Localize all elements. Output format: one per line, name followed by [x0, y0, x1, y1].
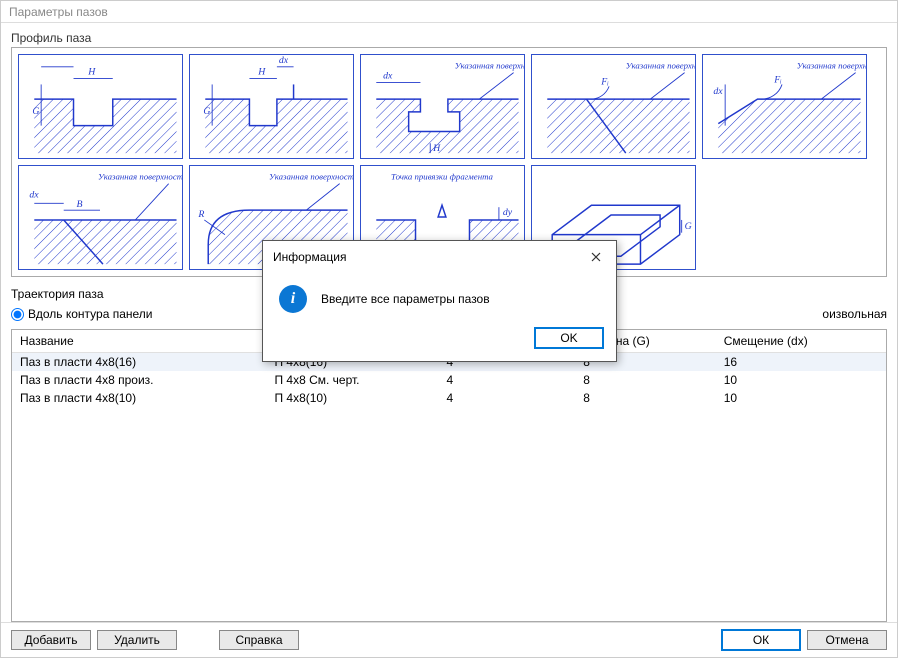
svg-text:Точка привязки фрагмента: Точка привязки фрагмента — [391, 172, 494, 182]
col-offset[interactable]: Смещение (dx) — [716, 330, 886, 353]
help-button[interactable]: Справка — [219, 630, 299, 650]
cell-width: 4 — [438, 371, 575, 389]
cell-offset: 10 — [716, 389, 886, 407]
ok-button[interactable]: ОК — [721, 629, 801, 651]
dialog-footer: OK — [263, 321, 616, 361]
delete-button[interactable]: Удалить — [97, 630, 177, 650]
cell-name: Паз в пласти 4х8(16) — [12, 353, 266, 372]
svg-text:Указанная поверхность: Указанная поверхность — [797, 61, 866, 71]
radio-along-contour[interactable]: Вдоль контура панели — [11, 307, 153, 321]
cell-name: Паз в пласти 4х8 произ. — [12, 371, 266, 389]
svg-text:R: R — [197, 209, 204, 220]
radio-along-contour-input[interactable] — [11, 308, 24, 321]
cell-depth: 8 — [575, 389, 715, 407]
svg-text:dx: dx — [383, 71, 393, 82]
profile-option-6[interactable]: Указанная поверхность dx B — [18, 165, 183, 270]
dialog-title: Информация — [273, 250, 346, 264]
info-dialog: Информация i Введите все параметры пазов… — [262, 240, 617, 362]
cancel-button[interactable]: Отмена — [807, 630, 887, 650]
dialog-message: Введите все параметры пазов — [321, 292, 490, 306]
svg-text:H: H — [87, 67, 96, 78]
profile-option-4[interactable]: Указанная поверхность Fᵢ — [531, 54, 696, 159]
dialog-close-button[interactable] — [586, 247, 606, 267]
cell-depth: 8 — [575, 371, 715, 389]
cell-width: 4 — [438, 389, 575, 407]
svg-text:dy: dy — [503, 207, 513, 218]
window-title: Параметры пазов — [1, 1, 897, 23]
close-icon — [591, 252, 601, 262]
svg-text:G: G — [203, 106, 210, 117]
cell-offset: 10 — [716, 371, 886, 389]
radio-along-contour-label: Вдоль контура панели — [28, 307, 153, 321]
svg-text:Указанная поверхность: Указанная поверхность — [455, 61, 524, 71]
svg-text:dx: dx — [29, 189, 39, 200]
col-name[interactable]: Название — [12, 330, 266, 353]
profile-group-label: Профиль паза — [11, 29, 887, 47]
svg-text:Указанная поверхность: Указанная поверхность — [98, 172, 182, 182]
svg-text:B: B — [76, 199, 82, 210]
svg-text:dx: dx — [713, 86, 723, 97]
svg-text:Fᵢ: Fᵢ — [600, 76, 609, 87]
table-row[interactable]: Паз в пласти 4х8 произ.П 4х8 См. черт.48… — [12, 371, 886, 389]
svg-text:dx: dx — [279, 55, 289, 66]
dialog-body: i Введите все параметры пазов — [263, 273, 616, 321]
dialog-ok-button[interactable]: OK — [534, 327, 604, 349]
profile-option-5[interactable]: Указанная поверхность dx Fᵢ — [702, 54, 867, 159]
svg-text:H: H — [257, 67, 266, 78]
svg-text:G: G — [685, 221, 692, 232]
footer: Добавить Удалить Справка ОК Отмена — [1, 622, 897, 657]
table-row[interactable]: Паз в пласти 4х8(10)П 4x8(10)4810 — [12, 389, 886, 407]
groove-table-box: Название Обозначение Ширина (H) Глубина … — [11, 329, 887, 622]
cell-name: Паз в пласти 4х8(10) — [12, 389, 266, 407]
profile-option-1[interactable]: G H — [18, 54, 183, 159]
svg-text:Fᵢ: Fᵢ — [773, 74, 782, 85]
dialog-titlebar: Информация — [263, 241, 616, 273]
svg-text:H: H — [432, 143, 441, 154]
add-button[interactable]: Добавить — [11, 630, 91, 650]
radio-arbitrary-label-fragment: оизвольная — [822, 307, 887, 321]
cell-offset: 16 — [716, 353, 886, 372]
cell-designation: П 4х8 См. черт. — [266, 371, 438, 389]
svg-text:G: G — [32, 106, 39, 117]
profile-option-2[interactable]: G H dx — [189, 54, 354, 159]
cell-designation: П 4x8(10) — [266, 389, 438, 407]
svg-text:Указанная поверхность: Указанная поверхность — [626, 61, 695, 71]
svg-text:Указанная поверхность: Указанная поверхность — [269, 172, 353, 182]
profile-option-3[interactable]: Указанная поверхность dx H — [360, 54, 525, 159]
info-icon: i — [279, 285, 307, 313]
